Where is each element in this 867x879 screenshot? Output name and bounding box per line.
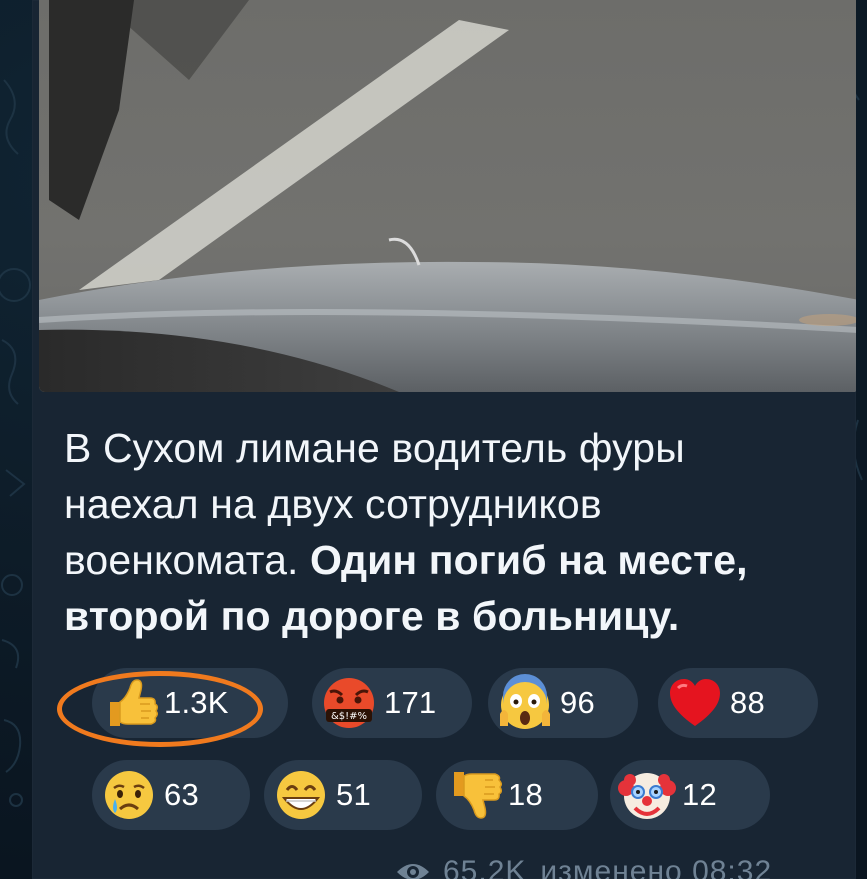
red-heart-icon bbox=[670, 679, 720, 726]
reaction-red-heart[interactable]: 88 bbox=[658, 668, 818, 738]
reaction-count: 88 bbox=[730, 685, 765, 720]
reaction-thumbs-down[interactable]: 18 bbox=[436, 760, 598, 830]
reaction-grinning-face[interactable]: 51 bbox=[264, 760, 422, 830]
reaction-count: 96 bbox=[560, 685, 595, 720]
reaction-count: 1.3K bbox=[164, 685, 229, 720]
reaction-face-screaming[interactable]: 96 bbox=[488, 668, 638, 738]
clown-face-icon bbox=[618, 773, 676, 819]
reaction-count: 12 bbox=[682, 777, 717, 812]
reaction-count: 51 bbox=[336, 777, 371, 812]
message-bubble: В Сухом лимане водитель фуры наехал на д… bbox=[32, 0, 856, 879]
reaction-crying-face[interactable]: 63 bbox=[92, 760, 250, 830]
message-footer: 65.2K изменено 08:32 bbox=[395, 852, 772, 879]
symbols-text: &$!#% bbox=[331, 711, 367, 722]
reaction-clown-face[interactable]: 12 bbox=[610, 760, 770, 830]
face-screaming-icon bbox=[500, 674, 550, 729]
face-with-symbols-icon: &$!#% bbox=[324, 678, 374, 728]
reaction-count: 171 bbox=[384, 685, 437, 720]
reaction-count: 18 bbox=[508, 777, 543, 812]
chat-screen: В Сухом лимане водитель фуры наехал на д… bbox=[0, 0, 867, 879]
video-frame-image bbox=[39, 0, 856, 392]
edited-time: изменено 08:32 bbox=[540, 855, 773, 879]
reaction-count: 63 bbox=[164, 777, 199, 812]
views-count: 65.2K bbox=[443, 855, 527, 879]
reaction-face-with-symbols[interactable]: &$!#% 171 bbox=[312, 668, 472, 738]
thumbs-up-icon bbox=[110, 679, 158, 726]
eye-icon bbox=[397, 864, 429, 879]
crying-face-icon bbox=[105, 771, 153, 819]
message-video-thumbnail[interactable] bbox=[39, 0, 856, 392]
reaction-thumbs-up[interactable]: 1.3K bbox=[92, 668, 288, 738]
thumbs-down-icon bbox=[454, 772, 502, 819]
grinning-face-icon bbox=[277, 771, 325, 819]
message-text: В Сухом лимане водитель фуры наехал на д… bbox=[64, 420, 824, 644]
